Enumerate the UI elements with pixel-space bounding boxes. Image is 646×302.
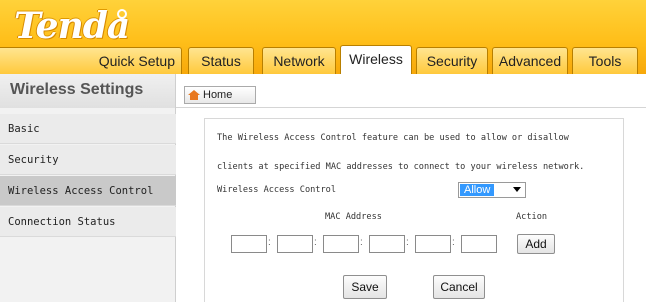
add-button[interactable]: Add [517,234,555,254]
tab-network[interactable]: Network [262,47,336,74]
wac-select-value: Allow [460,184,495,196]
home-icon [188,90,200,100]
mac-octet-5-input[interactable] [415,235,451,253]
header-bar: Tenda Quick Setup Status Network Wireles… [0,0,646,74]
mac-separator: : [268,237,271,248]
logo: Tenda [14,5,130,47]
sub-header: Wireless Settings Home [0,74,646,108]
sidebar-item-basic[interactable]: Basic [0,114,176,144]
save-button[interactable]: Save [343,275,387,299]
chevron-down-icon [513,187,521,192]
main-tabs: Quick Setup Status Network Wireless Secu… [0,45,646,74]
action-header: Action [516,212,548,222]
wac-select[interactable]: Allow [458,182,526,198]
mac-octet-1-input[interactable] [231,235,267,253]
tab-quick-setup[interactable]: Quick Setup [0,47,182,74]
sidebar-item-connection-status[interactable]: Connection Status [0,207,176,237]
home-button[interactable]: Home [184,86,256,104]
mac-octet-2-input[interactable] [277,235,313,253]
mac-address-header: MAC Address [325,212,382,222]
mac-separator: : [314,237,317,248]
mac-separator: : [452,237,455,248]
tab-tools[interactable]: Tools [572,47,638,74]
mac-octet-6-input[interactable] [461,235,497,253]
description-line-2: clients at specified MAC addresses to co… [217,162,585,172]
tab-advanced[interactable]: Advanced [492,47,568,74]
tab-wireless[interactable]: Wireless [340,45,412,74]
sidebar: Basic Security Wireless Access Control C… [0,108,176,302]
mac-octet-3-input[interactable] [323,235,359,253]
wac-label: Wireless Access Control [217,185,336,195]
tab-status[interactable]: Status [188,47,254,74]
home-button-label: Home [203,89,233,101]
page-title: Wireless Settings [10,81,144,98]
section-title-area: Wireless Settings [0,74,176,108]
cancel-button[interactable]: Cancel [433,275,485,299]
logo-mark-icon [117,9,127,19]
content-panel: The Wireless Access Control feature can … [204,118,624,302]
description-line-1: The Wireless Access Control feature can … [217,133,569,143]
tab-security[interactable]: Security [416,47,488,74]
mac-octet-4-input[interactable] [369,235,405,253]
logo-text: Tenda [14,5,130,47]
mac-separator: : [360,237,363,248]
sidebar-item-wireless-access-control[interactable]: Wireless Access Control [0,176,176,206]
sidebar-item-security[interactable]: Security [0,145,176,175]
mac-separator: : [406,237,409,248]
